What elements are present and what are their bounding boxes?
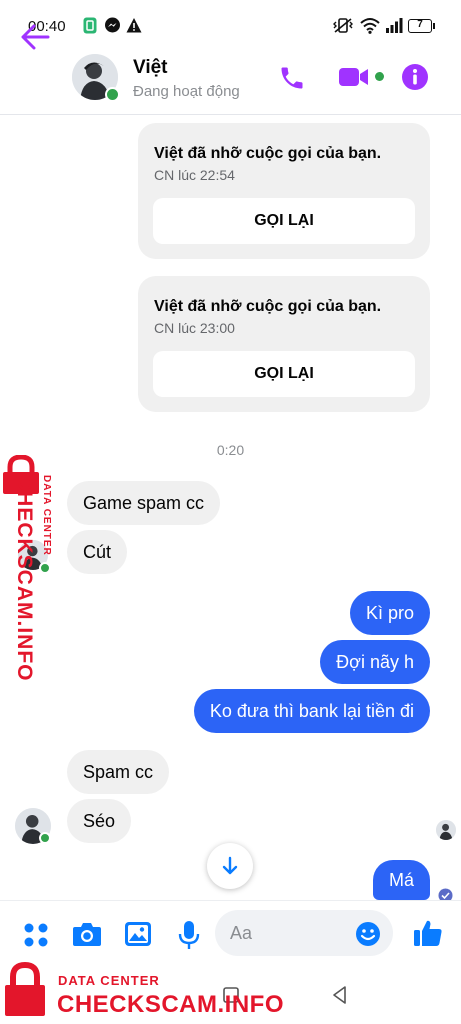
like-icon[interactable] xyxy=(413,918,443,948)
scroll-down-button[interactable] xyxy=(207,843,253,889)
watermark-data-center: DATA CENTER xyxy=(41,475,52,556)
watermark-bottom: DATA CENTER CHECKSCAM.INFO xyxy=(0,960,300,1024)
gallery-icon[interactable] xyxy=(124,921,152,947)
call-back-button[interactable]: GỌI LẠI xyxy=(153,198,415,244)
back-button-icon[interactable] xyxy=(330,985,350,1005)
back-arrow-icon[interactable] xyxy=(20,24,50,50)
status-bar: 00:40 7 xyxy=(0,0,461,40)
battery-tip xyxy=(433,23,435,29)
missed-call-time: CN lúc 22:54 xyxy=(154,167,235,183)
online-indicator xyxy=(105,87,120,102)
video-call-icon[interactable] xyxy=(338,66,370,88)
sent-message[interactable]: Má xyxy=(372,860,430,900)
missed-call-card: Việt đã nhỡ cuộc gọi của bạn. CN lúc 23:… xyxy=(138,276,430,412)
sent-message[interactable]: Kì pro xyxy=(349,591,430,635)
sent-message[interactable]: Đợi nãy h xyxy=(320,640,430,684)
vibrate-icon xyxy=(333,18,353,33)
watermark-data-center: DATA CENTER xyxy=(58,973,160,988)
missed-call-text: Việt đã nhỡ cuộc gọi của bạn. xyxy=(154,145,382,162)
received-message[interactable]: Séo xyxy=(67,799,132,843)
avatar-photo xyxy=(436,820,456,840)
watermark-main: CHECKSCAM.INFO xyxy=(13,475,36,682)
watermark-vertical: DATA CENTER CHECKSCAM.INFO xyxy=(3,455,52,682)
wifi-icon xyxy=(360,18,380,34)
missed-call-time: CN lúc 23:00 xyxy=(154,320,235,336)
battery-level: 7 xyxy=(417,19,423,30)
info-icon[interactable] xyxy=(401,63,429,91)
apps-icon[interactable] xyxy=(23,922,49,948)
padlock-icon xyxy=(5,962,45,1016)
seen-avatar xyxy=(436,820,456,840)
received-message[interactable]: Spam cc xyxy=(67,750,170,794)
missed-call-text: Việt đã nhỡ cuộc gọi của bạn. xyxy=(154,298,382,315)
video-active-dot xyxy=(375,72,384,81)
warning-notification-icon xyxy=(126,18,142,33)
battery-icon: 7 xyxy=(408,19,432,33)
mic-icon[interactable] xyxy=(178,920,200,950)
app-notification-icon xyxy=(83,17,97,34)
signal-icon xyxy=(386,18,403,33)
contact-status: Đang hoạt động xyxy=(133,83,240,100)
messenger-notification-icon xyxy=(105,17,120,33)
sent-message[interactable]: Ko đưa thì bank lại tiền đi xyxy=(193,689,430,733)
scroll-down-icon xyxy=(222,856,238,875)
emoji-icon[interactable] xyxy=(355,921,381,947)
watermark-main: CHECKSCAM.INFO xyxy=(57,991,284,1018)
received-message[interactable]: Cút xyxy=(67,530,128,574)
call-back-button[interactable]: GỌI LẠI xyxy=(153,351,415,397)
online-indicator xyxy=(39,832,51,844)
message-timestamp: 0:20 xyxy=(216,442,245,458)
contact-name[interactable]: Việt xyxy=(133,57,168,79)
received-message[interactable]: Game spam cc xyxy=(67,481,221,525)
missed-call-card: Việt đã nhỡ cuộc gọi của bạn. CN lúc 22:… xyxy=(138,123,430,259)
phone-icon[interactable] xyxy=(278,64,306,92)
conversation-header xyxy=(0,40,461,115)
camera-icon[interactable] xyxy=(72,921,102,947)
